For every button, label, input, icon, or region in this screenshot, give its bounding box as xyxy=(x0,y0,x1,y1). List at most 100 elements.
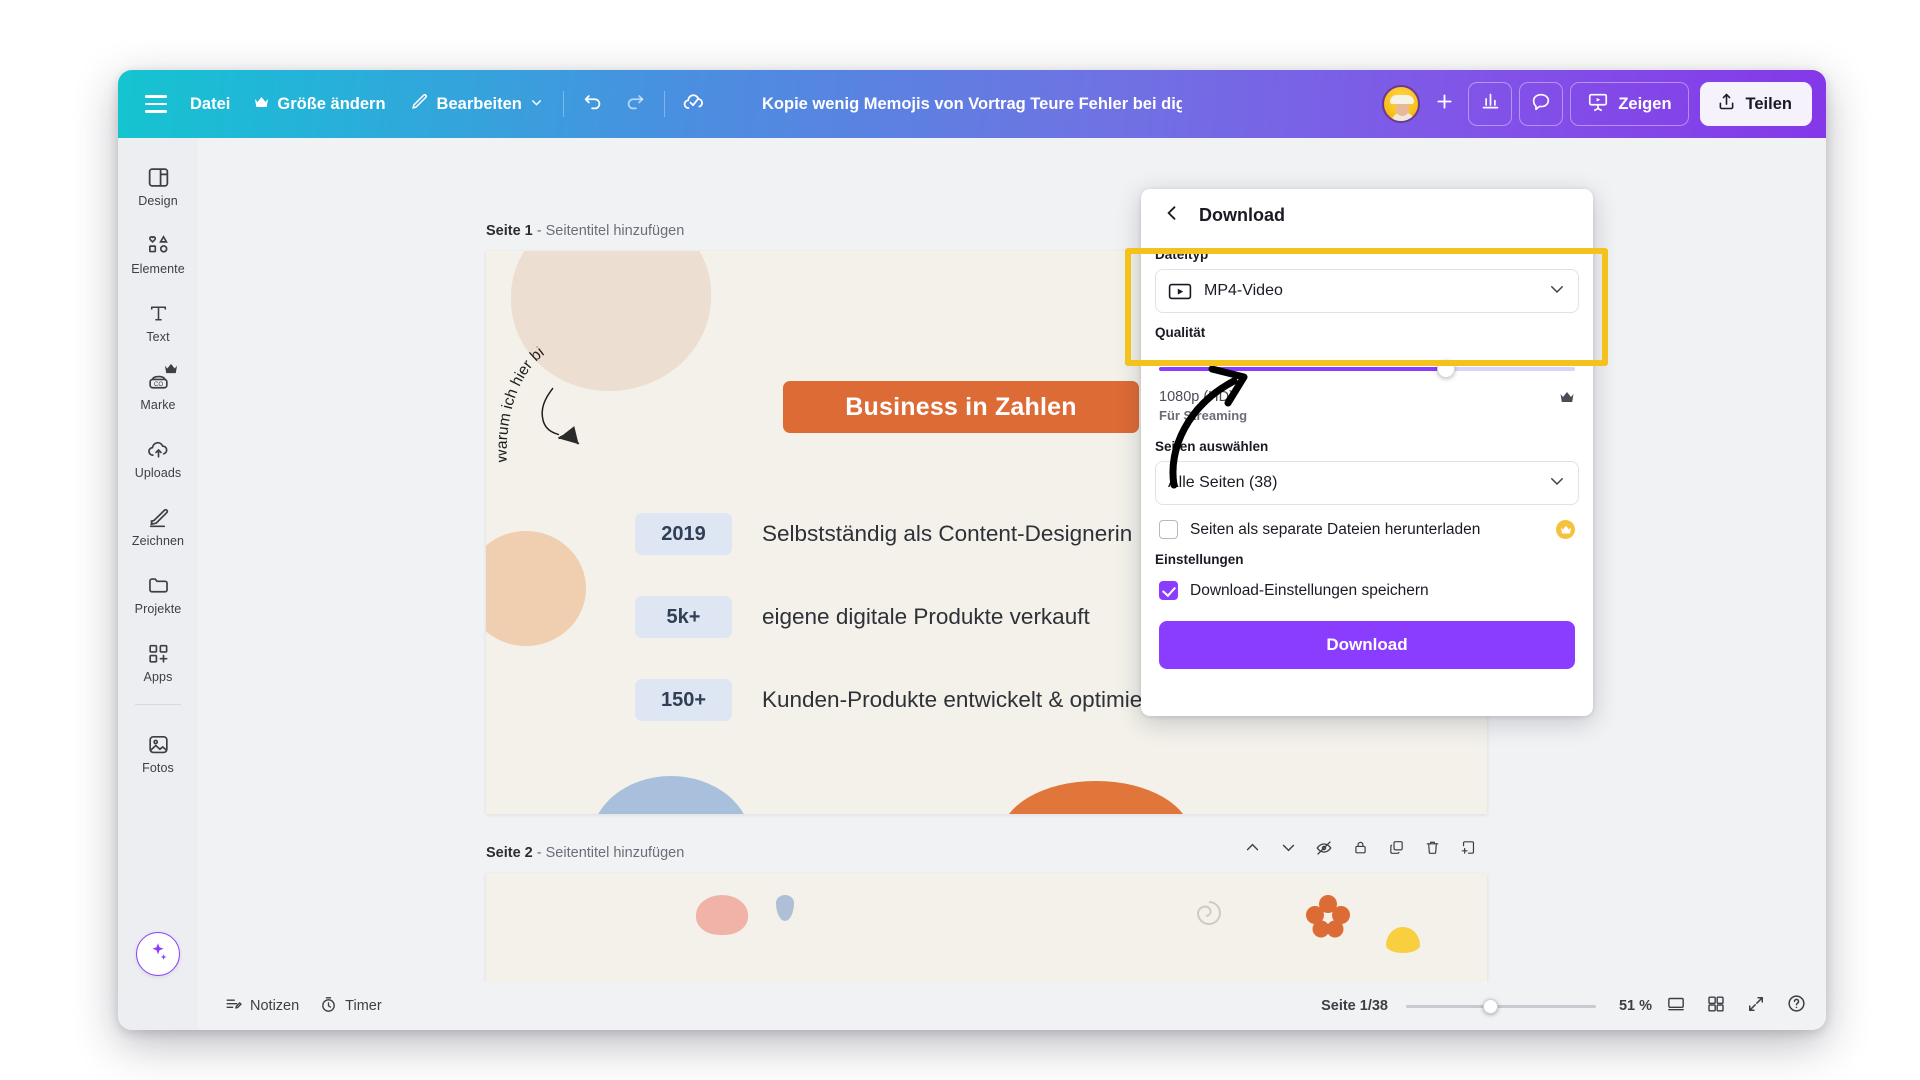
sidebar-item-text[interactable]: Text xyxy=(122,292,194,348)
quality-slider[interactable] xyxy=(1159,360,1575,378)
lock-page-button[interactable] xyxy=(1345,835,1375,865)
zoom-slider-knob[interactable] xyxy=(1482,999,1498,1014)
bottom-status-bar: Notizen Timer Seite 1/38 51 % xyxy=(198,982,1826,1030)
download-panel-header: Download xyxy=(1141,189,1593,241)
stat-description: Selbstständig als Content-Designerin xyxy=(762,521,1133,546)
separate-files-checkbox[interactable] xyxy=(1159,520,1178,539)
page-1-banner[interactable]: Business in Zahlen xyxy=(783,381,1139,433)
move-page-up-button[interactable] xyxy=(1237,835,1267,865)
notes-button[interactable]: Notizen xyxy=(214,989,309,1024)
download-panel[interactable]: Download Dateityp MP4-Video Qualität 108… xyxy=(1141,189,1593,716)
sidebar-item-apps[interactable]: Apps xyxy=(122,632,194,688)
cloud-upload-icon xyxy=(146,435,171,463)
pages-label: Seiten auswählen xyxy=(1155,439,1269,454)
chevron-down-icon xyxy=(530,95,543,114)
sidebar-item-uploads[interactable]: Uploads xyxy=(122,428,194,484)
add-page-button[interactable] xyxy=(1453,835,1483,865)
separate-files-label: Seiten als separate Dateien herunterlade… xyxy=(1190,520,1481,538)
single-page-view-button[interactable] xyxy=(1660,990,1692,1022)
fullscreen-button[interactable] xyxy=(1740,990,1772,1022)
help-button[interactable] xyxy=(1780,990,1812,1022)
save-settings-checkbox[interactable] xyxy=(1159,581,1178,600)
decor-blob-blue xyxy=(591,776,751,814)
resize-button[interactable]: Größe ändern xyxy=(242,84,397,124)
magic-studio-button[interactable] xyxy=(136,932,180,976)
edit-label: Bearbeiten xyxy=(436,94,522,113)
comments-button[interactable] xyxy=(1519,82,1564,126)
page-1-title-action[interactable]: Seitentitel hinzufügen xyxy=(546,223,685,239)
add-collaborator-button[interactable] xyxy=(1427,82,1461,126)
cloud-status-button[interactable] xyxy=(673,83,715,125)
pages-select[interactable]: Alle Seiten (38) xyxy=(1155,461,1579,505)
sidebar-item-design[interactable]: Design xyxy=(122,156,194,212)
zoom-slider-track[interactable] xyxy=(1406,1005,1596,1008)
separate-files-checkbox-row[interactable]: Seiten als separate Dateien herunterlade… xyxy=(1155,513,1579,546)
filetype-select[interactable]: MP4-Video xyxy=(1155,269,1579,313)
video-play-icon xyxy=(1168,282,1192,301)
grid-view-button[interactable] xyxy=(1700,990,1732,1022)
page-2-heading[interactable]: Seite 2 - Seitentitel hinzufügen xyxy=(486,845,684,861)
page-1-heading[interactable]: Seite 1 - Seitentitel hinzufügen xyxy=(486,223,684,239)
sidebar-item-fotos[interactable]: Fotos xyxy=(122,723,194,779)
file-menu-label: Datei xyxy=(190,94,231,113)
back-button[interactable] xyxy=(1159,202,1185,228)
notes-label: Notizen xyxy=(250,998,300,1014)
svg-text:CO: CO xyxy=(153,380,163,387)
pencil-icon xyxy=(410,92,429,116)
shapes-icon xyxy=(146,231,171,259)
sidebar-item-elemente[interactable]: Elemente xyxy=(122,224,194,280)
sidebar-item-projekte[interactable]: Projekte xyxy=(122,564,194,620)
hide-page-button[interactable] xyxy=(1309,835,1339,865)
undo-button[interactable] xyxy=(572,83,614,125)
save-settings-label: Download-Einstellungen speichern xyxy=(1190,581,1429,599)
resize-label: Größe ändern xyxy=(277,94,386,113)
move-page-down-button[interactable] xyxy=(1273,835,1303,865)
quality-slider-knob[interactable] xyxy=(1437,360,1456,378)
stat-row[interactable]: 150+ Kunden-Produkte entwickelt & optimi… xyxy=(635,679,1156,721)
hamburger-icon xyxy=(145,95,167,113)
layout-design-icon xyxy=(146,163,171,191)
filetype-value: MP4-Video xyxy=(1204,282,1283,299)
download-button[interactable]: Download xyxy=(1159,621,1575,669)
crown-icon xyxy=(1559,391,1575,409)
zoom-percent: 51 % xyxy=(1618,998,1652,1014)
help-icon xyxy=(1786,993,1807,1019)
save-settings-checkbox-row[interactable]: Download-Einstellungen speichern xyxy=(1155,574,1579,607)
chevron-down-icon xyxy=(1548,280,1566,303)
app-window: Datei Größe ändern Bearbeiten Kopie weni… xyxy=(118,70,1826,1030)
edit-button[interactable]: Bearbeiten xyxy=(398,84,555,124)
share-label: Teilen xyxy=(1745,94,1792,113)
timer-label: Timer xyxy=(345,998,382,1014)
stat-description: Kunden-Produkte entwickelt & optimiert xyxy=(762,687,1156,712)
stat-row[interactable]: 5k+ eigene digitale Produkte verkauft xyxy=(635,596,1090,638)
zoom-slider[interactable] xyxy=(1406,998,1596,1014)
timer-button[interactable]: Timer xyxy=(309,989,392,1024)
chevron-down-icon xyxy=(1548,472,1566,495)
photo-icon xyxy=(146,730,171,758)
handwriting-annotation[interactable]: Warum ich hier bin xyxy=(497,345,669,478)
quality-label: Qualität xyxy=(1155,325,1206,340)
delete-page-button[interactable] xyxy=(1417,835,1447,865)
sidebar-item-zeichnen[interactable]: Zeichnen xyxy=(122,496,194,552)
duplicate-page-button[interactable] xyxy=(1381,835,1411,865)
stat-value-chip: 150+ xyxy=(635,679,732,721)
lock-icon xyxy=(1352,839,1369,861)
file-menu-button[interactable]: Datei xyxy=(178,84,242,124)
sidebar-item-label: Text xyxy=(146,330,170,344)
apps-grid-plus-icon xyxy=(146,639,171,667)
presentation-icon xyxy=(1587,91,1609,118)
page-2-title-action[interactable]: Seitentitel hinzufügen xyxy=(546,845,685,861)
insights-button[interactable] xyxy=(1468,82,1513,126)
single-page-view-icon xyxy=(1666,994,1686,1019)
main-menu-button[interactable] xyxy=(134,84,178,124)
chevron-down-icon xyxy=(1280,839,1297,861)
stat-row[interactable]: 2019 Selbstständig als Content-Designeri… xyxy=(635,513,1132,555)
share-button[interactable]: Teilen xyxy=(1699,82,1812,126)
redo-button[interactable] xyxy=(614,83,656,125)
crown-icon xyxy=(254,95,269,114)
present-button[interactable]: Zeigen xyxy=(1570,82,1689,126)
document-title-container[interactable]: Kopie wenig Memojis von Vortrag Teure Fe… xyxy=(762,95,1182,114)
avatar[interactable] xyxy=(1382,85,1421,123)
sidebar-item-label: Fotos xyxy=(142,761,174,775)
sidebar-item-marke[interactable]: CO Marke xyxy=(122,359,194,416)
